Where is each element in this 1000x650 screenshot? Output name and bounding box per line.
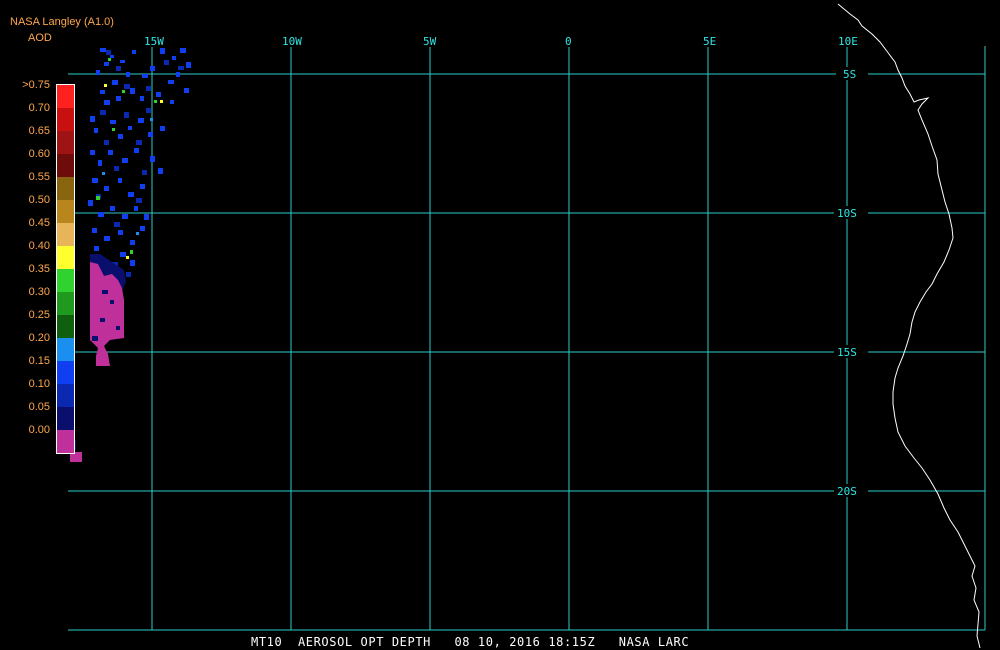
legend-label: 0.20 (28, 332, 50, 344)
legend-swatch (57, 200, 74, 223)
legend-swatch (57, 292, 74, 315)
lat-label-20s: 20S (837, 485, 857, 498)
legend-label: 0.40 (28, 240, 50, 252)
header-variable: AOD (28, 32, 52, 44)
legend-swatch (57, 407, 74, 430)
lon-label-15w: 15W (144, 35, 164, 48)
aerosol-retrievals-low (68, 254, 126, 462)
legend-swatch (57, 338, 74, 361)
legend-label: 0.25 (28, 309, 50, 321)
legend-label: 0.60 (28, 148, 50, 160)
legend-swatch (57, 131, 74, 154)
legend-swatch (57, 269, 74, 292)
graticule (68, 46, 986, 631)
legend-label: 0.00 (28, 424, 50, 436)
header-org: NASA Langley (A1.0) (10, 16, 114, 28)
legend-swatch (57, 315, 74, 338)
legend-label: 0.30 (28, 286, 50, 298)
legend-swatch (57, 430, 74, 453)
lon-label-5e: 5E (703, 35, 716, 48)
legend-label: >0.75 (22, 79, 50, 91)
footer-caption: MT10 AEROSOL OPT DEPTH 08 10, 2016 18:15… (251, 635, 690, 649)
legend-label: 0.70 (28, 102, 50, 114)
legend-label: 0.05 (28, 401, 50, 413)
lon-label-10w: 10W (282, 35, 302, 48)
legend-swatch (57, 85, 74, 108)
lon-label-5w: 5W (423, 35, 437, 48)
legend-swatch (57, 223, 74, 246)
lat-label-15s: 15S (837, 346, 857, 359)
legend-label: 0.55 (28, 171, 50, 183)
legend-swatch (57, 361, 74, 384)
legend-label: 0.65 (28, 125, 50, 137)
aerosol-retrievals-sparse (88, 48, 191, 277)
legend-swatch (57, 108, 74, 131)
legend-color-bar (56, 84, 75, 454)
legend-label: 0.15 (28, 355, 50, 367)
lon-label-0: 0 (565, 35, 572, 48)
legend-label: 0.45 (28, 217, 50, 229)
lat-label-5s: 5S (843, 68, 856, 81)
aerosol-map: 15W 10W 5W 0 5E 10E 5S 10S 15S 20S (68, 3, 986, 649)
lon-label-10e: 10E (838, 35, 858, 48)
legend-label: 0.50 (28, 194, 50, 206)
legend-label: 0.35 (28, 263, 50, 275)
lat-label-10s: 10S (837, 207, 857, 220)
legend-label: 0.10 (28, 378, 50, 390)
legend-swatch (57, 246, 74, 269)
legend-swatch (57, 384, 74, 407)
coastline (837, 3, 981, 649)
legend-swatch (57, 177, 74, 200)
legend-swatch (57, 154, 74, 177)
